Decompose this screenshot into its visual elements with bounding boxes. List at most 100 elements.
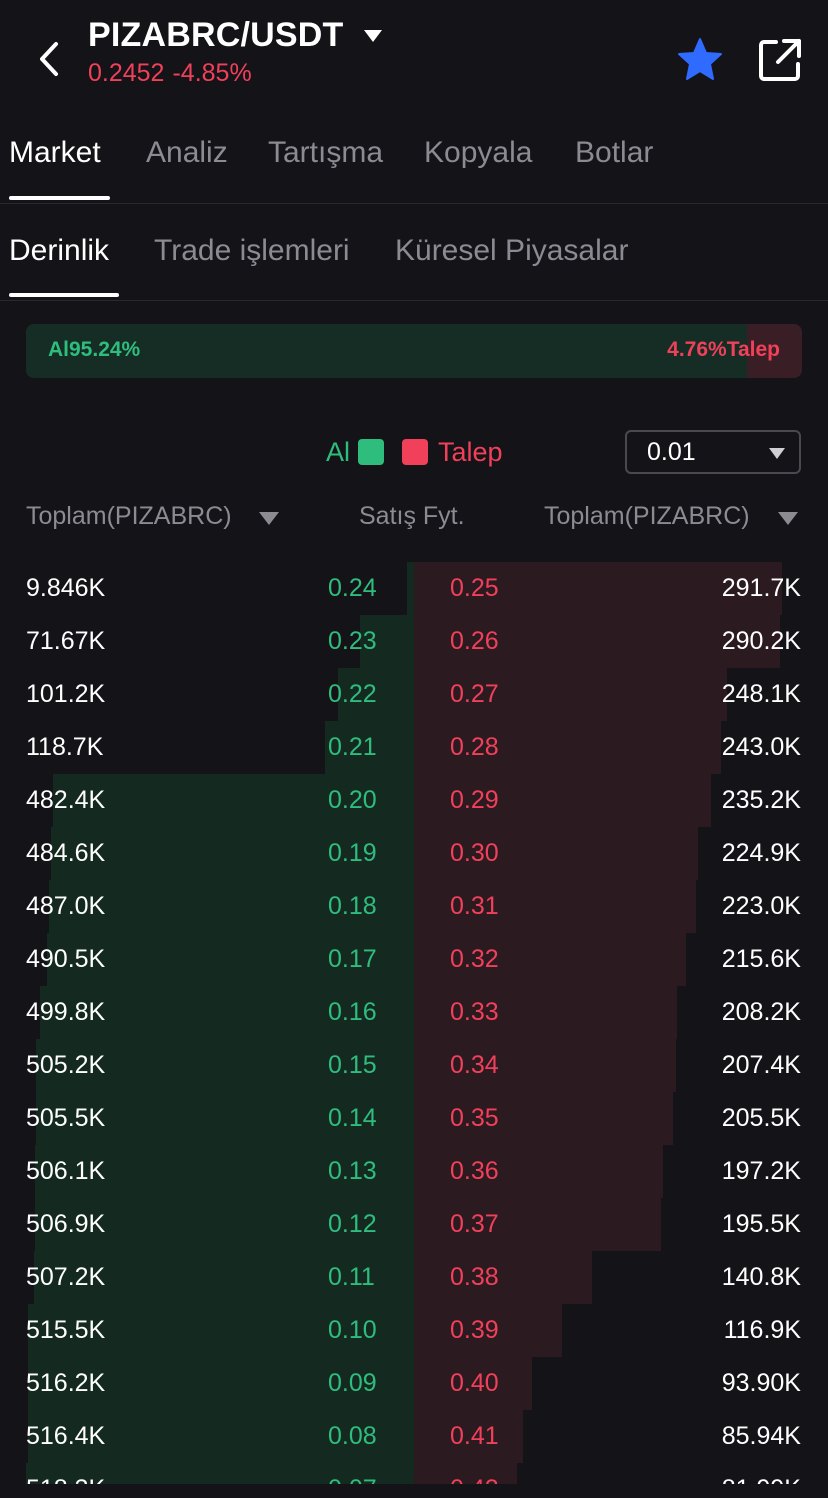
ask-total-cell: 195.5K xyxy=(721,1210,801,1238)
ask-total-cell: 223.0K xyxy=(721,892,801,920)
order-book-row[interactable]: 482.4K 0.20 0.29 235.2K xyxy=(0,774,828,827)
ask-total-cell: 290.2K xyxy=(721,627,801,655)
bid-price-cell: 0.18 xyxy=(328,892,377,920)
bid-total-cell: 506.9K xyxy=(26,1210,106,1238)
bid-total-cell: 516.2K xyxy=(26,1369,106,1397)
price-row: 0.2452 -4.85% xyxy=(88,59,384,88)
order-book-row[interactable]: 518.3K 0.07 0.42 81.99K xyxy=(0,1463,828,1484)
tab-kopyala[interactable]: Kopyala xyxy=(424,136,532,170)
bid-price-cell: 0.17 xyxy=(328,945,377,973)
chevron-left-icon xyxy=(40,42,58,76)
caret-down-icon[interactable] xyxy=(259,512,279,526)
column-headers: Toplam(PIZABRC) Satış Fyt. Toplam(PIZABR… xyxy=(0,498,828,538)
order-book-row[interactable]: 9.846K 0.24 0.25 291.7K xyxy=(0,562,828,615)
tab-market[interactable]: Market xyxy=(9,136,101,170)
caret-down-icon xyxy=(769,448,785,459)
pair-header: PIZABRC/USDT 0.2452 -4.85% xyxy=(88,16,384,88)
header: PIZABRC/USDT 0.2452 -4.85% xyxy=(0,0,828,110)
order-book-row[interactable]: 505.5K 0.14 0.35 205.5K xyxy=(0,1092,828,1145)
ask-total-cell: 208.2K xyxy=(721,998,801,1026)
tab-derinlik[interactable]: Derinlik xyxy=(9,234,109,268)
bid-price-cell: 0.09 xyxy=(328,1369,377,1397)
caret-down-icon[interactable] xyxy=(778,512,798,526)
price-header: Satış Fyt. xyxy=(359,502,465,530)
last-price: 0.2452 xyxy=(88,59,165,87)
bid-price-cell: 0.08 xyxy=(328,1422,377,1450)
ask-total-cell: 81.99K xyxy=(722,1475,801,1484)
order-book-row[interactable]: 487.0K 0.18 0.31 223.0K xyxy=(0,880,828,933)
sub-tabs: Derinlik Trade işlemleri Küresel Piyasal… xyxy=(0,222,828,301)
ask-total-cell: 93.90K xyxy=(721,1369,801,1397)
tab-trade-islemleri[interactable]: Trade işlemleri xyxy=(154,234,350,268)
bid-price-cell: 0.16 xyxy=(328,998,377,1026)
order-book-row[interactable]: 71.67K 0.23 0.26 290.2K xyxy=(0,615,828,668)
ask-total-cell: 243.0K xyxy=(721,733,801,761)
order-book-row[interactable]: 484.6K 0.19 0.30 224.9K xyxy=(0,827,828,880)
bid-price-cell: 0.14 xyxy=(328,1104,377,1132)
legend: Al Talep xyxy=(326,434,503,470)
bid-total-cell: 101.2K xyxy=(26,680,106,708)
order-book-row[interactable]: 506.9K 0.12 0.37 195.5K xyxy=(0,1198,828,1251)
bid-price-cell: 0.07 xyxy=(328,1475,377,1484)
precision-value: 0.01 xyxy=(647,438,696,466)
ask-price-cell: 0.39 xyxy=(450,1316,499,1344)
bid-total-cell: 118.7K xyxy=(26,733,104,761)
order-book-row[interactable]: 516.4K 0.08 0.41 85.94K xyxy=(0,1410,828,1463)
order-book-row[interactable]: 516.2K 0.09 0.40 93.90K xyxy=(0,1357,828,1410)
bid-total-cell: 9.846K xyxy=(26,574,106,602)
order-book-row[interactable]: 118.7K 0.21 0.28 243.0K xyxy=(0,721,828,774)
bid-total-cell: 484.6K xyxy=(26,839,106,867)
ask-total-cell: 207.4K xyxy=(721,1051,801,1079)
tab-analiz[interactable]: Analiz xyxy=(146,136,228,170)
ask-price-cell: 0.37 xyxy=(450,1210,499,1238)
ask-total-cell: 215.6K xyxy=(721,945,801,973)
bid-total-cell: 487.0K xyxy=(26,892,106,920)
order-book-row[interactable]: 505.2K 0.15 0.34 207.4K xyxy=(0,1039,828,1092)
order-book-row[interactable]: 507.2K 0.11 0.38 140.8K xyxy=(0,1251,828,1304)
ask-depth-bar xyxy=(414,1251,592,1304)
bid-price-cell: 0.23 xyxy=(328,627,377,655)
precision-select[interactable]: 0.01 xyxy=(625,430,801,474)
tab-botlar[interactable]: Botlar xyxy=(575,136,653,170)
legend-buy-label: Al xyxy=(326,436,351,467)
bid-total-cell: 499.8K xyxy=(26,998,106,1026)
favorite-button[interactable] xyxy=(676,36,724,84)
pair-title[interactable]: PIZABRC/USDT xyxy=(88,16,344,55)
bid-total-cell: 516.4K xyxy=(26,1422,106,1450)
legend-sell-label: Talep xyxy=(438,436,503,467)
order-book-row[interactable]: 499.8K 0.16 0.33 208.2K xyxy=(0,986,828,1039)
external-link-icon xyxy=(759,39,801,81)
ask-total-cell: 140.8K xyxy=(721,1263,801,1291)
tab-kuresel-piyasalar[interactable]: Küresel Piyasalar xyxy=(395,234,628,268)
order-book-row[interactable]: 490.5K 0.17 0.32 215.6K xyxy=(0,933,828,986)
bid-total-header[interactable]: Toplam(PIZABRC) xyxy=(26,502,232,531)
bid-price-cell: 0.19 xyxy=(328,839,377,867)
active-subtab-indicator xyxy=(9,293,119,297)
ask-price-cell: 0.30 xyxy=(450,839,499,867)
order-book: 9.846K 0.24 0.25 291.7K 71.67K 0.23 0.26 290.2K… xyxy=(0,562,828,1484)
bid-price-cell: 0.20 xyxy=(328,786,377,814)
order-book-row[interactable]: 506.1K 0.13 0.36 197.2K xyxy=(0,1145,828,1198)
ask-price-cell: 0.35 xyxy=(450,1104,499,1132)
bid-total-cell: 505.2K xyxy=(26,1051,106,1079)
bid-price-cell: 0.22 xyxy=(328,680,377,708)
tab-tartisma[interactable]: Tartışma xyxy=(268,136,383,170)
bid-total-cell: 515.5K xyxy=(26,1316,106,1344)
ask-total-cell: 248.1K xyxy=(721,680,801,708)
ask-total-cell: 85.94K xyxy=(721,1422,801,1450)
bid-total-cell: 505.5K xyxy=(26,1104,106,1132)
back-button[interactable] xyxy=(30,36,70,82)
caret-down-icon[interactable] xyxy=(362,26,384,46)
bid-total-cell: 71.67K xyxy=(26,627,106,655)
order-book-row[interactable]: 101.2K 0.22 0.27 248.1K xyxy=(0,668,828,721)
order-book-row[interactable]: 515.5K 0.10 0.39 116.9K xyxy=(0,1304,828,1357)
ask-price-cell: 0.28 xyxy=(450,733,499,761)
ask-total-header[interactable]: Toplam(PIZABRC) xyxy=(544,502,750,531)
ask-total-cell: 224.9K xyxy=(721,839,801,867)
bid-total-cell: 490.5K xyxy=(26,945,106,973)
pair-selector[interactable]: PIZABRC/USDT xyxy=(88,16,384,55)
price-change: -4.85% xyxy=(172,59,252,87)
ask-price-cell: 0.34 xyxy=(450,1051,499,1079)
buy-sell-ratio-bar: Al95.24% 4.76%Talep xyxy=(26,324,802,378)
share-button[interactable] xyxy=(756,36,804,84)
